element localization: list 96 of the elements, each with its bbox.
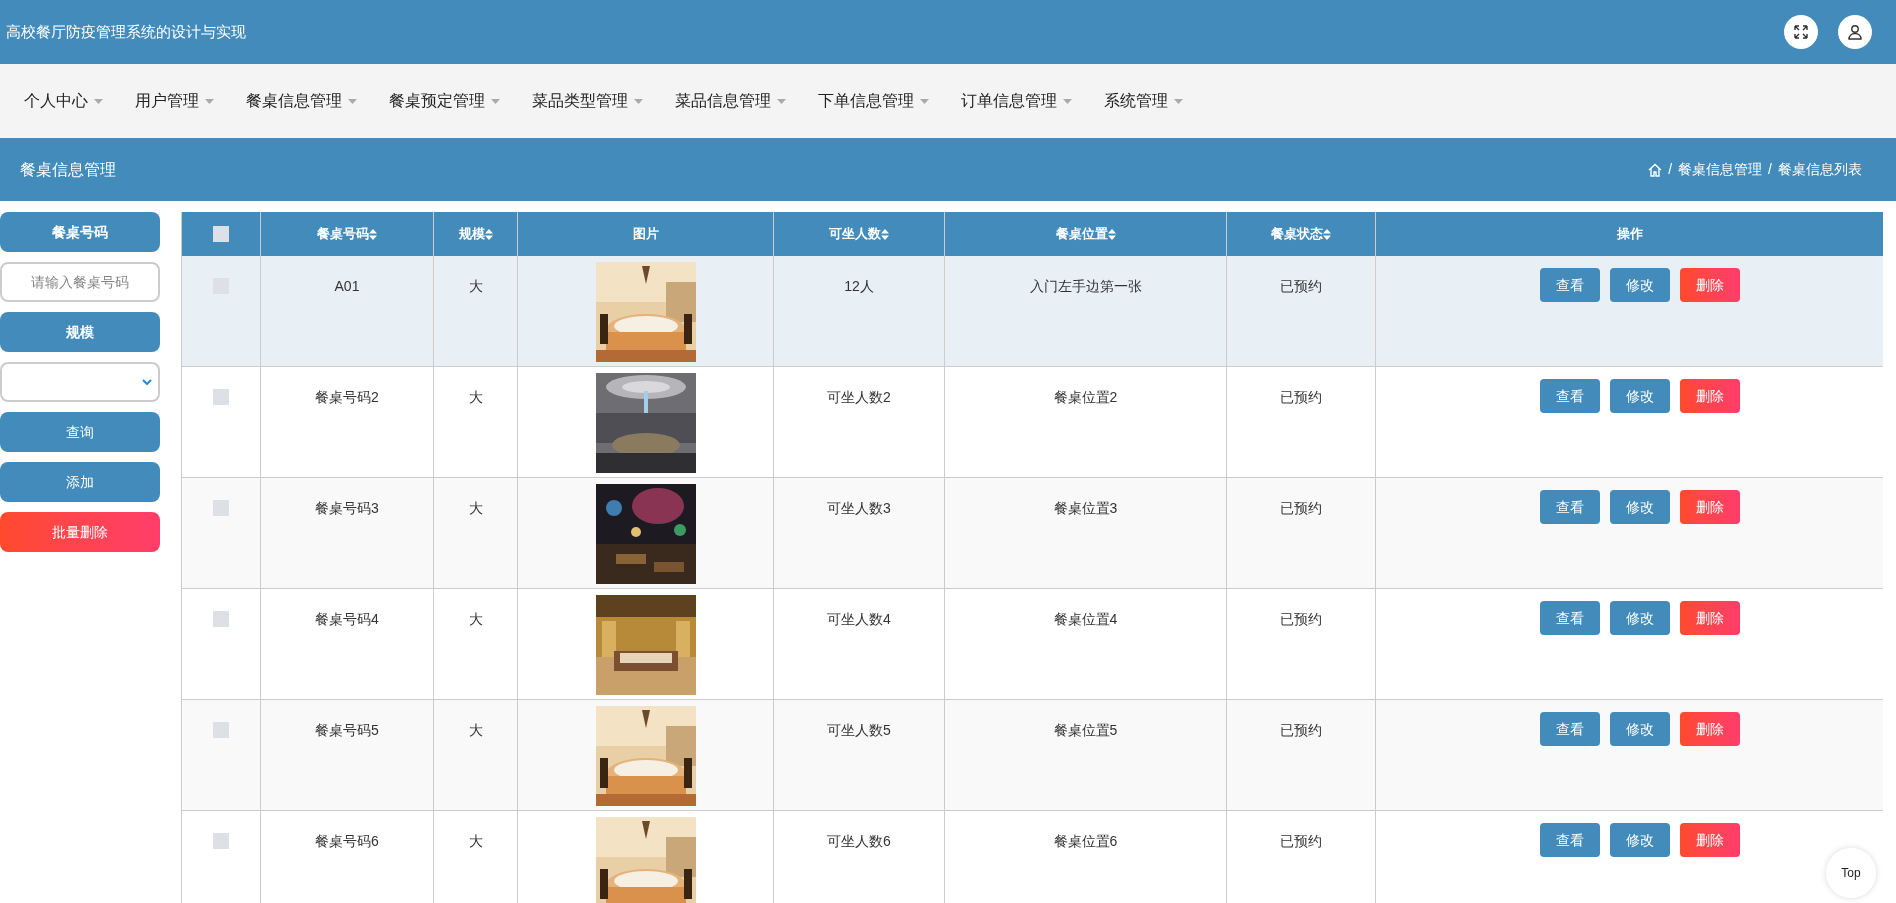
nav-menu-item[interactable]: 系统管理	[1104, 89, 1183, 113]
table-cell-text: 餐桌号码3	[315, 499, 379, 518]
nav-menu-item[interactable]: 菜品信息管理	[675, 89, 786, 113]
action-button[interactable]: 查看	[1540, 601, 1600, 635]
breadcrumb-separator: /	[1768, 160, 1772, 179]
action-button[interactable]: 查看	[1540, 490, 1600, 524]
breadcrumb-link[interactable]: 餐桌信息管理	[1678, 159, 1763, 180]
caret-icon	[1174, 98, 1183, 104]
table-cell-text: 大	[468, 277, 483, 296]
table-cell-text: 大	[468, 499, 483, 518]
table-cell-text: 餐桌位置5	[1053, 721, 1118, 740]
action-button[interactable]: 查看	[1540, 379, 1600, 413]
expand-icon	[1793, 24, 1809, 40]
table-cell-text: 可坐人数5	[827, 721, 891, 740]
table-cell-text: 入门左手边第一张	[1029, 277, 1142, 296]
table-cell-text: 已预约	[1280, 610, 1322, 629]
action-button[interactable]: 查看	[1540, 823, 1600, 857]
table-cell-text: 餐桌位置3	[1053, 499, 1118, 518]
batch-delete-button[interactable]: 批量删除	[0, 512, 160, 552]
table-cell-text: 大	[468, 832, 483, 851]
action-button[interactable]: 修改	[1610, 379, 1670, 413]
action-button[interactable]: 查看	[1540, 712, 1600, 746]
row-checkbox[interactable]	[213, 389, 229, 405]
nav-menu-item[interactable]: 餐桌信息管理	[246, 89, 357, 113]
sort-icon[interactable]	[1107, 228, 1116, 240]
action-button[interactable]: 修改	[1610, 268, 1670, 302]
caret-icon	[94, 98, 103, 104]
row-checkbox[interactable]	[213, 500, 229, 516]
home-icon[interactable]	[1648, 162, 1663, 177]
table-cell-text: 大	[468, 610, 483, 629]
table-cell-text: 可坐人数4	[827, 610, 891, 629]
action-button[interactable]: 查看	[1540, 268, 1600, 302]
caret-icon	[777, 98, 786, 104]
breadcrumb-separator: /	[1668, 160, 1673, 179]
filter-label: 规模	[0, 312, 160, 352]
table-cell-text: 已预约	[1280, 832, 1322, 851]
table-cell-text: 已预约	[1280, 499, 1322, 518]
user-button[interactable]	[1838, 15, 1872, 49]
table-cell-text: 餐桌位置4	[1053, 610, 1118, 629]
app-title: 高校餐厅防疫管理系统的设计与实现	[6, 21, 246, 42]
caret-icon	[634, 98, 643, 104]
table-cell-text: 大	[468, 721, 483, 740]
row-checkbox[interactable]	[213, 833, 229, 849]
table-cell-text: 可坐人数3	[827, 499, 891, 518]
delete-button[interactable]: 删除	[1680, 268, 1740, 302]
table-cell-text: 12人	[844, 277, 874, 296]
filter-label: 餐桌号码	[0, 212, 160, 252]
caret-icon	[205, 98, 214, 104]
table-cell-text: 已预约	[1280, 277, 1322, 296]
delete-button[interactable]: 删除	[1680, 712, 1740, 746]
table-cell-text: 已预约	[1280, 721, 1322, 740]
caret-icon	[920, 98, 929, 104]
sort-icon[interactable]	[1323, 228, 1331, 240]
page-title: 餐桌信息管理	[20, 159, 116, 180]
sort-icon[interactable]	[484, 228, 493, 240]
nav-menu-item[interactable]: 用户管理	[135, 89, 214, 113]
table-cell-text: A01	[334, 277, 360, 296]
row-checkbox[interactable]	[213, 611, 229, 627]
nav-menu-item[interactable]: 菜品类型管理	[532, 89, 643, 113]
caret-icon	[348, 98, 357, 104]
filter-button[interactable]: 查询	[0, 412, 160, 452]
table-cell-text: 可坐人数6	[827, 832, 891, 851]
nav-menu-item[interactable]: 个人中心	[24, 89, 103, 113]
column-header: 操作	[1616, 225, 1644, 244]
breadcrumb-link[interactable]: 餐桌信息列表	[1778, 159, 1862, 180]
sort-icon[interactable]	[369, 228, 377, 240]
delete-button[interactable]: 删除	[1680, 823, 1740, 857]
delete-button[interactable]: 删除	[1680, 601, 1740, 635]
table-cell-text: 可坐人数2	[827, 388, 891, 407]
action-button[interactable]: 修改	[1610, 601, 1670, 635]
nav-menu-item[interactable]: 餐桌预定管理	[389, 89, 500, 113]
table-cell-text: 餐桌号码4	[315, 610, 379, 629]
delete-button[interactable]: 删除	[1680, 379, 1740, 413]
action-button[interactable]: 修改	[1610, 712, 1670, 746]
select-all-checkbox[interactable]	[213, 226, 229, 242]
table-cell-text: 餐桌号码2	[315, 388, 379, 407]
table-cell-text: 已预约	[1280, 388, 1322, 407]
nav-menu-item[interactable]: 订单信息管理	[961, 89, 1072, 113]
table-cell-text: 餐桌号码5	[315, 721, 379, 740]
user-icon	[1847, 24, 1863, 40]
table-cell-text: 餐桌位置2	[1053, 388, 1118, 407]
table-number-input[interactable]: 请输入餐桌号码	[0, 262, 160, 302]
sort-icon[interactable]	[881, 228, 889, 240]
action-button[interactable]: 修改	[1610, 823, 1670, 857]
action-button[interactable]: 修改	[1610, 490, 1670, 524]
row-checkbox[interactable]	[213, 722, 229, 738]
nav-menu-item[interactable]: 下单信息管理	[818, 89, 929, 113]
filter-button[interactable]: 添加	[0, 462, 160, 502]
delete-button[interactable]: 删除	[1680, 490, 1740, 524]
chevron-down-icon	[142, 379, 152, 385]
table-cell-text: 餐桌号码6	[315, 832, 379, 851]
table-cell-text: 大	[468, 388, 483, 407]
fullscreen-button[interactable]	[1784, 15, 1818, 49]
caret-icon	[491, 98, 500, 104]
table-cell-text: 餐桌位置6	[1053, 832, 1118, 851]
caret-icon	[1063, 98, 1072, 104]
